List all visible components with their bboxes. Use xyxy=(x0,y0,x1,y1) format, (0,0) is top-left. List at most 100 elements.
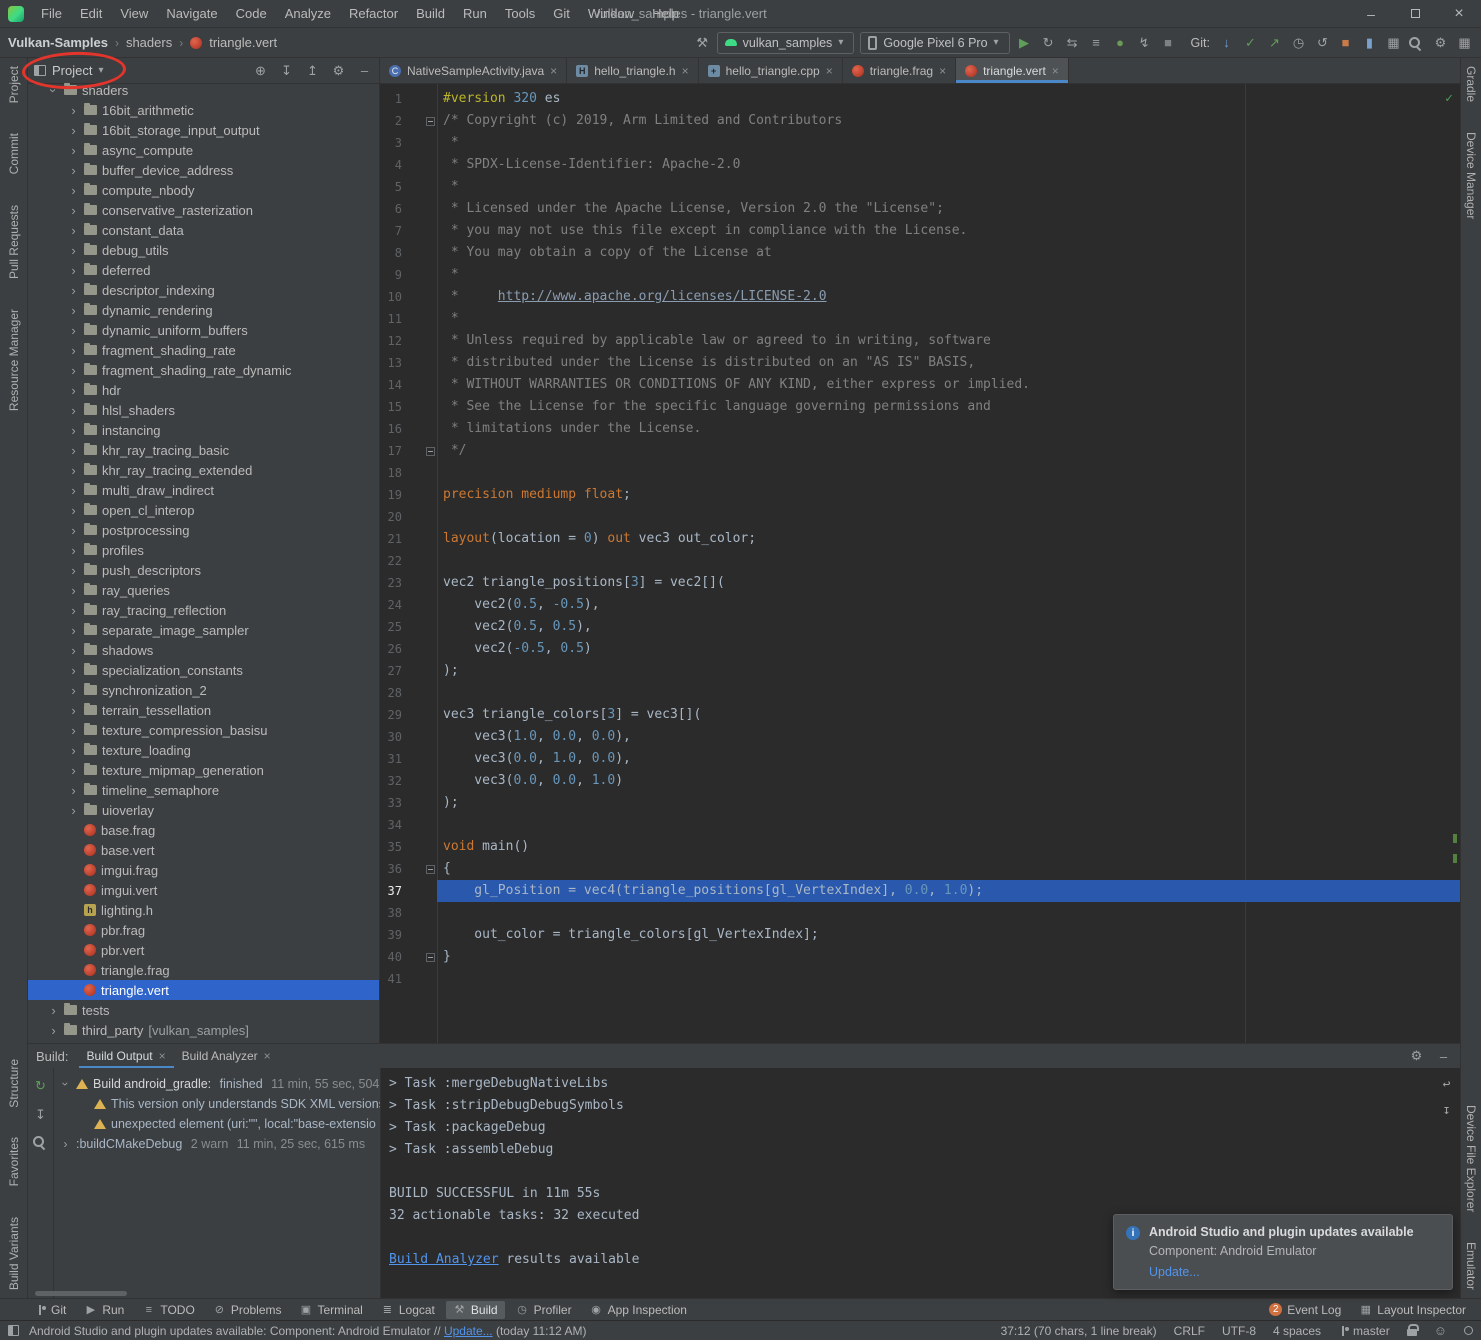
tree-item-ray-queries[interactable]: ray_queries xyxy=(28,580,379,600)
minimize-button[interactable] xyxy=(1349,0,1393,27)
chevron-icon[interactable] xyxy=(68,224,79,237)
chevron-icon[interactable] xyxy=(60,1138,71,1150)
chevron-icon[interactable] xyxy=(68,424,79,437)
fold-icon[interactable] xyxy=(426,117,435,126)
chevron-icon[interactable] xyxy=(68,264,79,277)
tool-button-app-inspection[interactable]: ◉App Inspection xyxy=(583,1301,694,1319)
code-line-41[interactable]: 41 xyxy=(380,968,1460,990)
tree-item-16bit-storage-input-output[interactable]: 16bit_storage_input_output xyxy=(28,120,379,140)
tree-item-timeline-semaphore[interactable]: timeline_semaphore xyxy=(28,780,379,800)
breadcrumb-folder[interactable]: shaders xyxy=(126,35,172,50)
code-line-8[interactable]: 8 * You may obtain a copy of the License… xyxy=(380,242,1460,264)
fold-icon[interactable] xyxy=(426,447,435,456)
tree-item-fragment-shading-rate[interactable]: fragment_shading_rate xyxy=(28,340,379,360)
project-view-dropdown[interactable]: Project xyxy=(52,63,92,78)
line-number[interactable]: 32 xyxy=(380,770,402,792)
tool-button-terminal[interactable]: ▣Terminal xyxy=(293,1301,370,1319)
line-number[interactable]: 34 xyxy=(380,814,402,836)
close-tab-icon[interactable] xyxy=(159,1049,166,1063)
commit-icon[interactable]: ✓ xyxy=(1242,34,1259,52)
tool-button-logcat[interactable]: ≣Logcat xyxy=(374,1301,442,1319)
readonly-lock-icon[interactable] xyxy=(1407,1329,1417,1336)
line-number[interactable]: 1 xyxy=(380,88,402,110)
line-number[interactable]: 3 xyxy=(380,132,402,154)
locate-icon[interactable]: ⊕ xyxy=(252,62,269,80)
code-line-28[interactable]: 28 xyxy=(380,682,1460,704)
toolwindow-toggle-icon[interactable] xyxy=(8,1325,19,1336)
tree-item-khr-ray-tracing-extended[interactable]: khr_ray_tracing_extended xyxy=(28,460,379,480)
tree-item-synchronization-2[interactable]: synchronization_2 xyxy=(28,680,379,700)
line-number[interactable]: 20 xyxy=(380,506,402,528)
tree-item-separate-image-sampler[interactable]: separate_image_sampler xyxy=(28,620,379,640)
chevron-icon[interactable] xyxy=(68,484,79,497)
expand-all-icon[interactable]: ↧ xyxy=(278,62,295,80)
settings-gear-icon[interactable]: ⚙ xyxy=(1408,1047,1425,1065)
feedback-smiley-icon[interactable] xyxy=(1434,1323,1447,1338)
line-number[interactable]: 19 xyxy=(380,484,402,506)
chevron-icon[interactable] xyxy=(68,704,79,717)
hide-panel-icon[interactable]: – xyxy=(356,62,373,80)
code-line-35[interactable]: 35void main() xyxy=(380,836,1460,858)
encoding-widget[interactable]: UTF-8 xyxy=(1222,1324,1256,1338)
tree-item-texture-loading[interactable]: texture_loading xyxy=(28,740,379,760)
line-number[interactable]: 33 xyxy=(380,792,402,814)
tree-item-compute-nbody[interactable]: compute_nbody xyxy=(28,180,379,200)
tree-item-open-cl-interop[interactable]: open_cl_interop xyxy=(28,500,379,520)
chevron-icon[interactable] xyxy=(68,524,79,537)
code-line-14[interactable]: 14 * WITHOUT WARRANTIES OR CONDITIONS OF… xyxy=(380,374,1460,396)
indent-widget[interactable]: 4 spaces xyxy=(1273,1324,1321,1338)
tree-item-push-descriptors[interactable]: push_descriptors xyxy=(28,560,379,580)
tree-item-pbr-vert[interactable]: pbr.vert xyxy=(28,940,379,960)
close-tab-icon[interactable] xyxy=(1052,64,1059,78)
tool-button-profiler[interactable]: ◷Profiler xyxy=(509,1301,579,1319)
rollback-icon[interactable]: ↺ xyxy=(1314,34,1331,52)
close-tab-icon[interactable] xyxy=(264,1049,271,1063)
stripe-button-pull-requests[interactable]: Pull Requests xyxy=(7,205,21,279)
code-line-27[interactable]: 27); xyxy=(380,660,1460,682)
menu-run[interactable]: Run xyxy=(454,6,496,21)
tool-button-event-log[interactable]: 2Event Log xyxy=(1262,1301,1348,1319)
hide-panel-icon[interactable]: – xyxy=(1435,1047,1452,1065)
stripe-button-project[interactable]: Project xyxy=(7,66,21,103)
line-number[interactable]: 37 xyxy=(380,880,402,902)
stripe-button-emulator[interactable]: Emulator xyxy=(1464,1242,1478,1290)
tree-item-texture-compression-basisu[interactable]: texture_compression_basisu xyxy=(28,720,379,740)
rerun-build-icon[interactable]: ↻ xyxy=(32,1077,49,1095)
tree-item-profiles[interactable]: profiles xyxy=(28,540,379,560)
line-number[interactable]: 12 xyxy=(380,330,402,352)
close-tab-icon[interactable] xyxy=(826,64,833,78)
tree-item-dynamic-uniform-buffers[interactable]: dynamic_uniform_buffers xyxy=(28,320,379,340)
line-number[interactable]: 38 xyxy=(380,902,402,924)
line-number[interactable]: 14 xyxy=(380,374,402,396)
code-editor[interactable]: 1#version 320 es2/* Copyright (c) 2019, … xyxy=(380,84,1460,1043)
device-mirror-icon[interactable]: ▮ xyxy=(1361,34,1378,52)
tree-item-async-compute[interactable]: async_compute xyxy=(28,140,379,160)
line-number[interactable]: 40 xyxy=(380,946,402,968)
code-line-22[interactable]: 22 xyxy=(380,550,1460,572)
close-tab-icon[interactable] xyxy=(939,64,946,78)
code-line-18[interactable]: 18 xyxy=(380,462,1460,484)
fold-icon[interactable] xyxy=(426,865,435,874)
line-number[interactable]: 22 xyxy=(380,550,402,572)
stripe-button-device-manager[interactable]: Device Manager xyxy=(1464,132,1478,219)
code-line-17[interactable]: 17 */ xyxy=(380,440,1460,462)
line-number[interactable]: 6 xyxy=(380,198,402,220)
tree-item-hdr[interactable]: hdr xyxy=(28,380,379,400)
tree-item-triangle-frag[interactable]: triangle.frag xyxy=(28,960,379,980)
chevron-icon[interactable] xyxy=(68,544,79,557)
line-number[interactable]: 26 xyxy=(380,638,402,660)
line-number[interactable]: 21 xyxy=(380,528,402,550)
tree-item-constant-data[interactable]: constant_data xyxy=(28,220,379,240)
close-tab-icon[interactable] xyxy=(550,64,557,78)
code-line-9[interactable]: 9 * xyxy=(380,264,1460,286)
chevron-icon[interactable] xyxy=(68,344,79,357)
chevron-icon[interactable] xyxy=(68,804,79,817)
build-tree-item[interactable]: Build android_gradle: finished 11 min, 5… xyxy=(54,1074,380,1094)
build-analyzer-link[interactable]: Build Analyzer xyxy=(389,1252,499,1267)
tree-item-dynamic-rendering[interactable]: dynamic_rendering xyxy=(28,300,379,320)
line-number[interactable]: 39 xyxy=(380,924,402,946)
line-number[interactable]: 9 xyxy=(380,264,402,286)
tree-item-imgui-vert[interactable]: imgui.vert xyxy=(28,880,379,900)
chevron-icon[interactable] xyxy=(68,724,79,737)
line-number[interactable]: 15 xyxy=(380,396,402,418)
